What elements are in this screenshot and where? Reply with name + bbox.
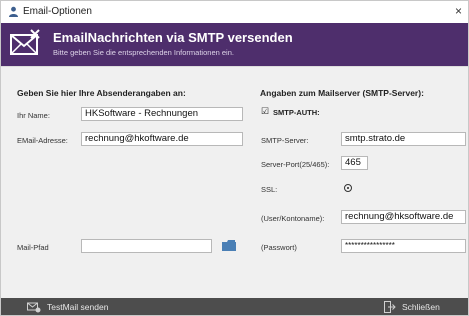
server-section-title: Angaben zum Mailserver (SMTP-Server): xyxy=(260,88,424,98)
name-label: Ihr Name: xyxy=(17,111,50,120)
close-icon[interactable]: × xyxy=(455,4,462,18)
banner-subtitle: Bitte geben Sie die entsprechenden Infor… xyxy=(53,48,234,57)
folder-icon[interactable] xyxy=(222,240,236,251)
testmail-label: TestMail senden xyxy=(47,301,109,312)
banner-heading: EmailNachrichten via SMTP versenden xyxy=(53,30,293,45)
user-label: (User/Kontoname): xyxy=(261,214,325,223)
email-label: EMail-Adresse: xyxy=(17,136,68,145)
ssl-radio[interactable] xyxy=(344,184,352,192)
footer-bar: TestMail senden Schließen xyxy=(1,298,468,315)
header-banner: EmailNachrichten via SMTP versenden Bitt… xyxy=(1,23,468,66)
title-bar: Email-Optionen × xyxy=(1,1,468,23)
smtp-auth-checkbox[interactable]: ☑ xyxy=(261,107,269,116)
smtp-server-field[interactable]: smtp.strato.de xyxy=(341,132,466,146)
user-icon xyxy=(9,6,18,17)
sender-section-title: Geben Sie hier Ihre Absenderangaben an: xyxy=(17,88,186,98)
window-title: Email-Optionen xyxy=(23,6,92,17)
options-form: Geben Sie hier Ihre Absenderangaben an: … xyxy=(1,66,468,299)
user-field[interactable]: rechnung@hksoftware.de xyxy=(341,210,466,224)
smtp-auth-label: SMTP-AUTH: xyxy=(273,108,320,117)
port-label: Server-Port(25/465): xyxy=(261,160,330,169)
password-label: (Passwort) xyxy=(261,243,297,252)
ssl-label: SSL: xyxy=(261,185,278,194)
name-field[interactable]: HKSoftware - Rechnungen xyxy=(81,107,243,121)
password-field[interactable]: **************** xyxy=(341,239,466,253)
email-options-window: Email-Optionen × EmailNachrichten via SM… xyxy=(0,0,469,316)
port-field[interactable]: 465 xyxy=(341,156,368,170)
close-label: Schließen xyxy=(402,301,440,312)
close-button[interactable]: Schließen xyxy=(384,298,440,315)
envelope-x-icon xyxy=(10,29,40,55)
exit-icon xyxy=(384,300,396,313)
smtp-server-label: SMTP-Server: xyxy=(261,136,309,145)
mailpath-field[interactable] xyxy=(81,239,212,253)
mailpath-label: Mail-Pfad xyxy=(17,243,49,252)
testmail-button[interactable]: TestMail senden xyxy=(27,298,108,315)
send-mail-icon xyxy=(27,302,41,312)
email-field[interactable]: rechnung@hkoftware.de xyxy=(81,132,243,146)
